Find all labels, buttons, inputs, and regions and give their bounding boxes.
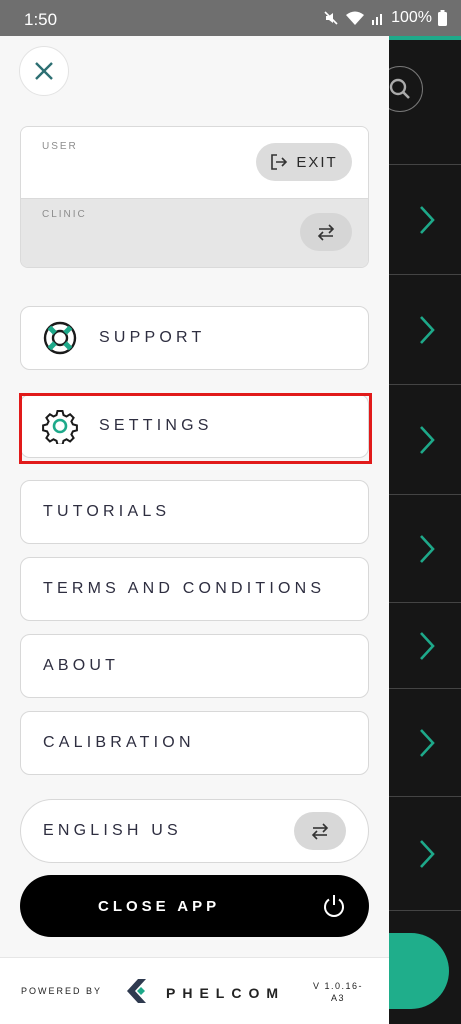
- chevron-right-icon: [420, 839, 435, 868]
- close-drawer-button[interactable]: [19, 46, 69, 96]
- menu-item-terms[interactable]: TERMS AND CONDITIONS: [20, 557, 369, 621]
- list-item[interactable]: [389, 274, 461, 384]
- list-item[interactable]: [389, 602, 461, 688]
- list-item[interactable]: [389, 688, 461, 796]
- search-icon: [389, 78, 410, 99]
- lifebuoy-icon: [43, 321, 77, 355]
- language-swap-button[interactable]: [294, 812, 346, 850]
- wifi-icon: [346, 11, 365, 25]
- calibration-label: CALIBRATION: [43, 734, 195, 751]
- status-time: 1:50: [24, 10, 58, 29]
- switch-clinic-button[interactable]: [300, 213, 352, 251]
- background-list: [377, 36, 461, 1024]
- status-icons: 100%: [323, 9, 447, 27]
- exit-icon: [271, 154, 288, 170]
- swap-icon: [317, 224, 335, 241]
- mute-icon: [324, 11, 338, 25]
- close-app-label: CLOSE APP: [98, 897, 221, 915]
- accent-line: [389, 36, 461, 40]
- phelcom-logo-icon: [127, 979, 146, 1003]
- list-item[interactable]: [389, 796, 461, 910]
- language-selector[interactable]: ENGLISH US: [20, 799, 369, 863]
- brand-name: PHELCOM: [166, 985, 285, 1001]
- list-item[interactable]: [389, 494, 461, 602]
- close-icon: [35, 62, 53, 80]
- chevron-right-icon: [420, 425, 435, 454]
- signal-icon: [372, 14, 383, 25]
- menu-item-calibration[interactable]: CALIBRATION: [20, 711, 369, 775]
- navigation-drawer: USER EXIT CLINIC SUPPORT SETTINGS TUTORI…: [0, 36, 389, 1024]
- drawer-footer: POWERED BY PHELCOM V 1.0.16-A3: [0, 957, 389, 1024]
- user-clinic-card: USER EXIT CLINIC: [20, 126, 369, 268]
- chevron-right-icon: [420, 315, 435, 344]
- settings-label: SETTINGS: [99, 417, 213, 434]
- language-label: ENGLISH US: [43, 822, 182, 839]
- clinic-label: CLINIC: [42, 209, 87, 220]
- menu-item-tutorials[interactable]: TUTORIALS: [20, 480, 369, 544]
- chevron-right-icon: [420, 205, 435, 234]
- user-label: USER: [42, 141, 78, 152]
- close-app-button[interactable]: CLOSE APP: [20, 875, 369, 937]
- chevron-right-icon: [420, 728, 435, 757]
- tutorials-label: TUTORIALS: [43, 503, 171, 520]
- list-item[interactable]: [389, 384, 461, 494]
- user-section: USER EXIT: [21, 127, 368, 199]
- list-item[interactable]: [389, 164, 461, 274]
- swap-icon: [311, 823, 329, 840]
- status-bar: 1:50 100%: [0, 0, 461, 36]
- battery-icon: [438, 10, 447, 26]
- terms-label: TERMS AND CONDITIONS: [43, 580, 326, 597]
- exit-button[interactable]: EXIT: [256, 143, 352, 181]
- power-icon: [324, 895, 344, 917]
- menu-item-settings[interactable]: SETTINGS: [20, 394, 369, 458]
- battery-text: 100%: [391, 9, 432, 26]
- chevron-right-icon: [420, 631, 435, 660]
- powered-by-label: POWERED BY: [21, 986, 103, 996]
- support-label: SUPPORT: [99, 329, 206, 346]
- version-label: V 1.0.16-A3: [312, 981, 364, 1003]
- clinic-section: CLINIC: [21, 199, 368, 267]
- gear-icon: [42, 410, 78, 444]
- menu-item-about[interactable]: ABOUT: [20, 634, 369, 698]
- menu-item-support[interactable]: SUPPORT: [20, 306, 369, 370]
- about-label: ABOUT: [43, 657, 120, 674]
- exit-label: EXIT: [296, 153, 338, 171]
- chevron-right-icon: [420, 534, 435, 563]
